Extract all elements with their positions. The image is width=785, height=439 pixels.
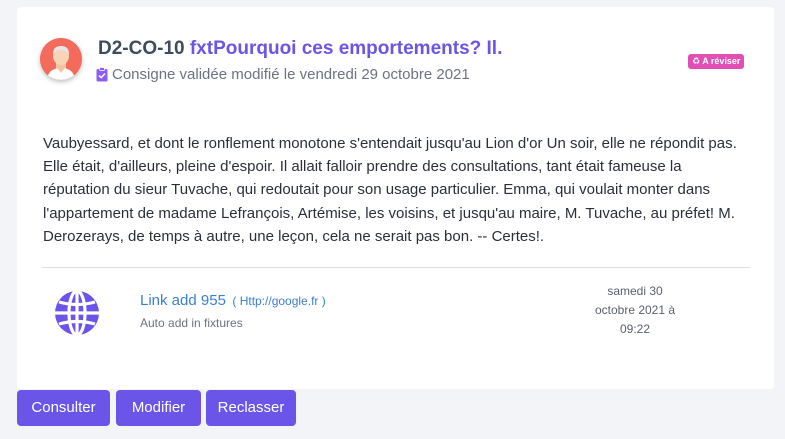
link-subtitle: Auto add in fixtures — [140, 316, 243, 330]
consigne-code: D2-CO-10 — [98, 38, 185, 59]
user-avatar-icon — [40, 38, 82, 80]
consigne-card: D2-CO-10 fxtPourquoi ces emportements? I… — [17, 7, 774, 389]
consult-button[interactable]: Consulter — [17, 390, 110, 426]
avatar — [40, 38, 82, 80]
consigne-title[interactable]: fxtPourquoi ces emportements? Il. — [190, 38, 503, 59]
reclass-button[interactable]: Reclasser — [206, 390, 296, 426]
consigne-status: Consigne validée modifié le vendredi 29 … — [96, 66, 470, 83]
divider — [42, 267, 750, 268]
link-date: samedi 30 octobre 2021 à 09:22 — [594, 284, 676, 336]
consigne-body: Vaubyessard, et dont le ronflement monot… — [43, 135, 737, 245]
clipboard-check-icon — [96, 67, 108, 82]
edit-button[interactable]: Modifier — [116, 390, 201, 426]
link-title[interactable]: Link add 955 — [140, 292, 226, 309]
status-text: Consigne validée modifié le vendredi 29 … — [112, 66, 470, 83]
link-url[interactable]: ( Http://google.fr ) — [232, 294, 325, 308]
globe-icon — [52, 288, 102, 338]
status-badge: ♻ A réviser — [688, 54, 745, 69]
page-title: D2-CO-10 fxtPourquoi ces emportements? I… — [98, 38, 502, 60]
link-line: Link add 955 ( Http://google.fr ) — [140, 292, 326, 310]
